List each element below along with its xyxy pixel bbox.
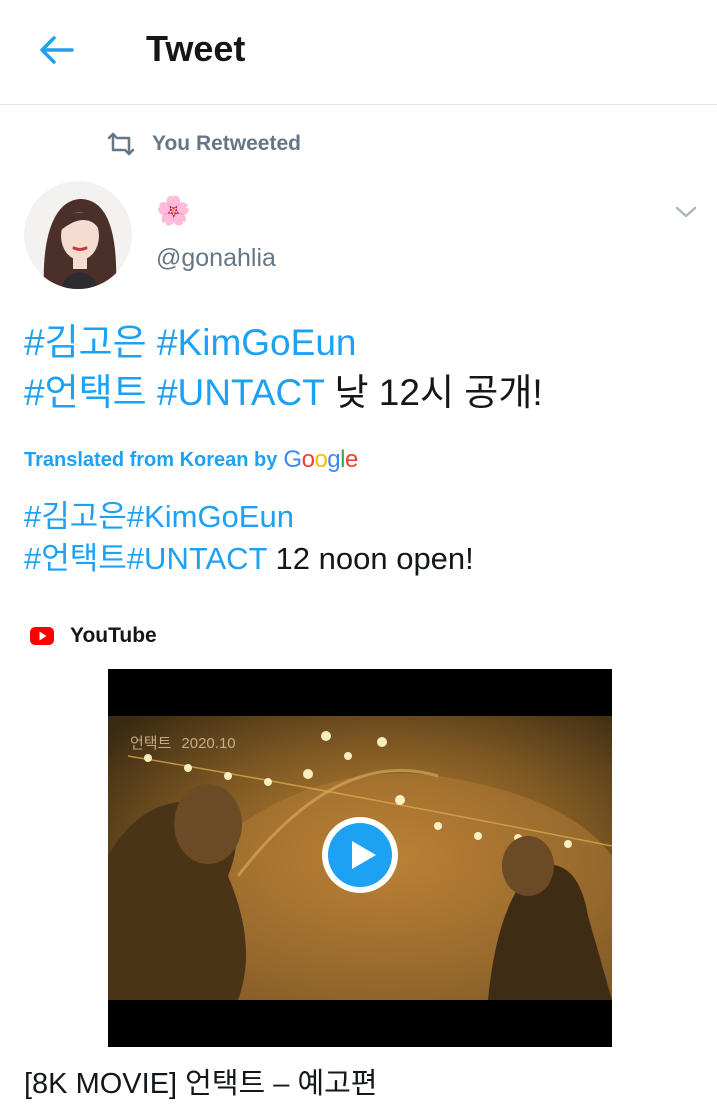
chevron-down-icon [675,206,697,218]
tweet-line-2: #언택트 #UNTACT 낮 12시 공개! [24,368,694,418]
tweet-menu-button[interactable] [672,198,700,226]
retweet-context: You Retweeted [106,128,301,160]
video-overlay-text: 언택트 2020.10 [130,732,236,753]
user-handle[interactable]: @gonahlia [156,244,276,273]
hashtag-link[interactable]: #언택트 [24,372,147,413]
google-logo-letter: G [283,446,302,473]
hashtag-link[interactable]: #김고은 [24,499,127,534]
hashtag-link[interactable]: #KimGoEun [127,499,294,534]
tweet-text: #김고은 #KimGoEun #언택트 #UNTACT 낮 12시 공개! [24,318,694,418]
retweet-icon [107,132,135,156]
translated-line-1: #김고은#KimGoEun [24,496,694,538]
video-card[interactable]: 언택트 2020.10 [108,669,612,1047]
tweet-body-text: 낮 12시 공개! [334,372,543,413]
google-logo-letter: o [301,446,315,473]
video-overlay-title: 언택트 [130,735,172,752]
google-logo: Google [283,446,358,474]
page-title: Tweet [146,28,246,69]
card-source: YouTube [30,624,157,648]
google-logo-letter: o [314,446,328,473]
video-overlay-date: 2020.10 [181,735,236,752]
youtube-icon [30,627,54,645]
hashtag-link[interactable]: #UNTACT [127,541,267,576]
hashtag-link[interactable]: #언택트 [24,541,127,576]
arrow-left-icon [40,36,74,64]
translated-text: #김고은#KimGoEun #언택트#UNTACT 12 noon open! [24,496,694,580]
play-button[interactable] [320,815,400,895]
card-title[interactable]: [8K MOVIE] 언택트 – 예고편 [24,1060,377,1102]
play-icon [322,817,398,893]
hashtag-link[interactable]: #김고은 [24,322,147,363]
translated-body-text: 12 noon open! [275,541,474,576]
translation-attribution[interactable]: Translated from Korean by Google [24,446,358,474]
google-logo-letter: g [327,446,341,473]
display-name[interactable]: 🌸 [156,194,191,228]
avatar[interactable] [24,181,132,289]
card-source-label: YouTube [70,624,157,647]
back-button[interactable] [36,30,76,70]
app-header: Tweet [0,0,717,105]
tweet-line-1: #김고은 #KimGoEun [24,318,694,368]
google-logo-letter: e [345,446,358,473]
retweet-label: You Retweeted [152,132,301,155]
translated-line-2: #언택트#UNTACT 12 noon open! [24,538,694,580]
hashtag-link[interactable]: #UNTACT [157,372,324,413]
translated-label: Translated from Korean by [24,448,278,471]
hashtag-link[interactable]: #KimGoEun [157,322,357,363]
